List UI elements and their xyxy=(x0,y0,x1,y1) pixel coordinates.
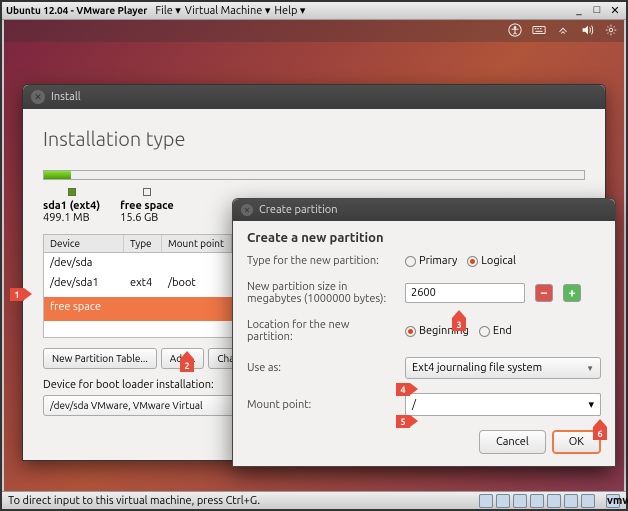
installer-titlebar[interactable]: ✕ Install xyxy=(23,85,605,109)
dialog-titlebar[interactable]: ✕ Create partition xyxy=(233,199,615,221)
ubuntu-topbar xyxy=(4,20,624,42)
vmware-menus: File ▾ Virtual Machine ▾ Help ▾ xyxy=(155,4,305,17)
volume-icon[interactable] xyxy=(580,23,594,40)
size-input[interactable] xyxy=(405,283,525,303)
tray-icon[interactable] xyxy=(513,494,527,508)
tray-icon[interactable] xyxy=(479,494,493,508)
gear-icon[interactable] xyxy=(604,23,618,40)
cancel-button[interactable]: Cancel xyxy=(479,430,546,454)
dialog-heading: Create a new partition xyxy=(247,231,601,245)
dialog-title: Create partition xyxy=(259,204,338,216)
radio-primary[interactable]: Primary xyxy=(405,255,457,267)
vmware-titlebar: Ubuntu 12.04 - VMware Player File ▾ Virt… xyxy=(2,2,626,20)
menu-file[interactable]: File ▾ xyxy=(155,4,180,17)
minimize-button[interactable]: _ xyxy=(572,4,586,17)
tray-icon[interactable] xyxy=(530,494,544,508)
disk-usage-bar xyxy=(43,170,585,180)
status-text: To direct input to this virtual machine,… xyxy=(8,495,260,507)
size-decrement-button[interactable]: − xyxy=(535,284,553,302)
maximize-button[interactable]: □ xyxy=(590,4,604,17)
col-type[interactable]: Type xyxy=(124,235,162,252)
location-label: Location for the new partition: xyxy=(247,319,397,343)
guest-screen: ✕ Install Installation type sda1 (ext4)4… xyxy=(4,20,624,491)
tray-icon[interactable] xyxy=(547,494,561,508)
radio-logical[interactable]: Logical xyxy=(467,255,516,267)
network-icon[interactable] xyxy=(556,23,570,40)
col-mount[interactable]: Mount point xyxy=(162,235,232,252)
size-increment-button[interactable]: + xyxy=(563,284,581,302)
tray-icon[interactable] xyxy=(496,494,510,508)
callout-1: 1 xyxy=(10,288,24,301)
type-label: Type for the new partition: xyxy=(247,255,397,267)
tray-icon[interactable] xyxy=(581,494,595,508)
size-label: New partition size in megabytes (1000000… xyxy=(247,281,397,305)
window-buttons: _ □ ✕ xyxy=(572,4,622,17)
installer-window-title: Install xyxy=(51,91,81,103)
mount-input[interactable]: /▾ xyxy=(405,393,601,416)
chevron-down-icon: ▼ xyxy=(586,364,594,373)
chevron-down-icon: ▾ xyxy=(588,398,594,411)
callout-6: 6 xyxy=(593,427,607,440)
useas-select[interactable]: Ext4 journaling file system▼ xyxy=(405,357,601,379)
vmware-title: Ubuntu 12.04 - VMware Player xyxy=(6,5,147,16)
accessibility-icon[interactable] xyxy=(508,23,522,40)
callout-3: 3 xyxy=(452,318,466,331)
dialog-close-icon[interactable]: ✕ xyxy=(241,204,253,216)
tray-icon[interactable] xyxy=(564,494,578,508)
callout-2: 2 xyxy=(180,359,194,372)
vmware-logo: vmware xyxy=(606,494,620,508)
col-device[interactable]: Device xyxy=(44,235,124,252)
vmware-statusbar: To direct input to this virtual machine,… xyxy=(2,491,626,509)
useas-label: Use as: xyxy=(247,362,397,374)
close-button[interactable]: ✕ xyxy=(608,4,622,17)
menu-help[interactable]: Help ▾ xyxy=(274,4,305,17)
installer-close-icon[interactable]: ✕ xyxy=(31,90,45,104)
vmware-tray: vmware xyxy=(479,494,620,508)
keyboard-icon[interactable] xyxy=(532,23,546,40)
callout-5: 5 xyxy=(396,415,410,428)
installer-heading: Installation type xyxy=(23,109,605,162)
mount-label: Mount point: xyxy=(247,399,397,411)
create-partition-dialog: ✕ Create partition Create a new partitio… xyxy=(232,198,616,467)
menu-vm[interactable]: Virtual Machine ▾ xyxy=(185,4,271,17)
callout-4: 4 xyxy=(396,383,410,396)
new-partition-table-button[interactable]: New Partition Table... xyxy=(43,348,157,369)
radio-end[interactable]: End xyxy=(479,325,512,337)
